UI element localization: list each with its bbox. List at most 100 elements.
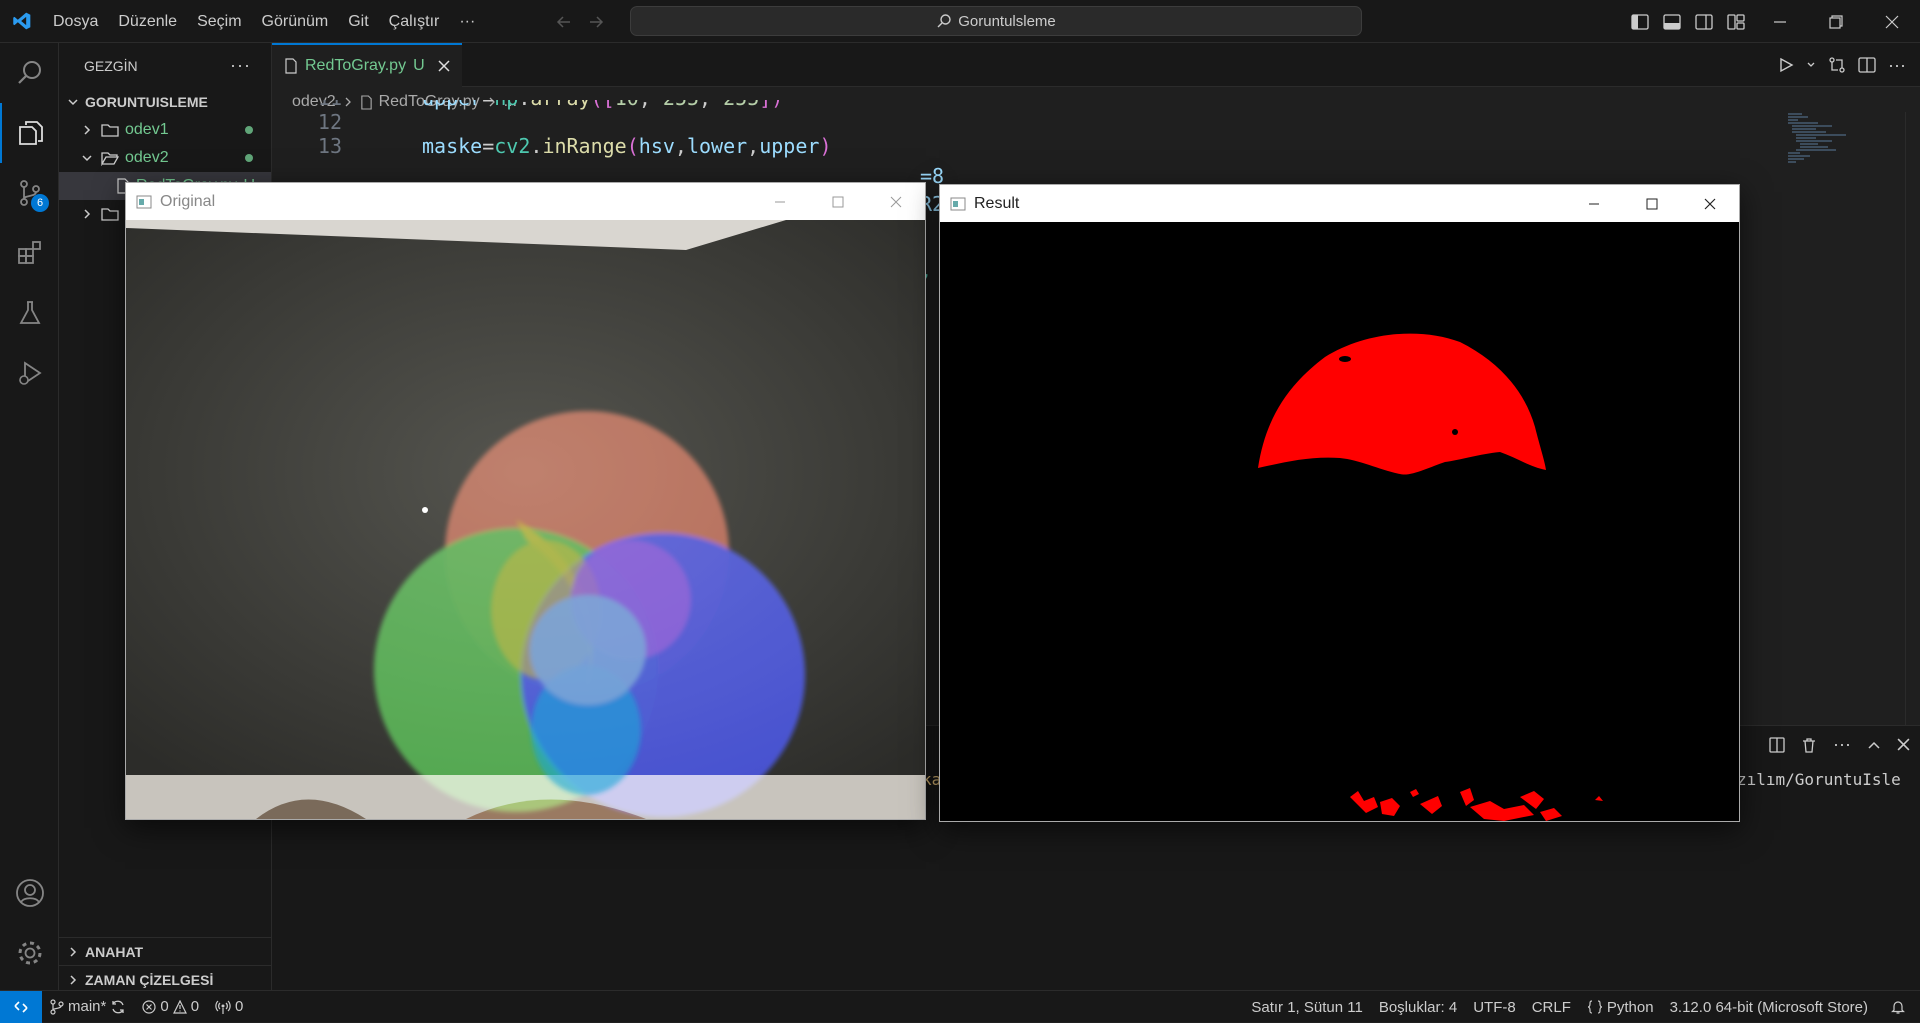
status-bar: main* 0 0 0 Satır 1, Sütun 11 Boşluklar:… [0, 990, 1920, 1023]
outline-section[interactable]: ANAHAT [59, 937, 272, 965]
original-titlebar[interactable]: Original [126, 183, 925, 220]
chevron-right-icon [79, 122, 95, 138]
explorer-title: GEZGİN [84, 57, 138, 74]
command-center-search[interactable]: Goruntulsleme [630, 6, 1362, 36]
account-icon[interactable] [0, 863, 59, 923]
split-editor-icon[interactable] [1858, 57, 1876, 73]
search-view-icon[interactable] [0, 43, 59, 103]
settings-gear-icon[interactable] [0, 923, 59, 983]
broadcast-icon [215, 999, 231, 1015]
trash-icon[interactable] [1801, 737, 1817, 753]
close-icon[interactable] [1864, 0, 1920, 43]
folder-odev2[interactable]: odev2 [59, 144, 271, 172]
ports-indicator[interactable]: 0 [207, 991, 251, 1023]
editor-scrollbar[interactable] [1905, 112, 1919, 732]
folder-open-icon [101, 150, 119, 166]
minimize-icon[interactable] [1752, 0, 1808, 43]
ports-count: 0 [235, 998, 244, 1015]
editor-more-icon[interactable]: ··· [1888, 55, 1906, 76]
toggle-panel-icon[interactable] [1656, 0, 1688, 43]
menu-selection[interactable]: Seçim [187, 0, 251, 43]
language-label: Python [1606, 998, 1654, 1016]
menu-more[interactable]: ··· [449, 0, 485, 43]
result-titlebar[interactable]: Result [940, 185, 1739, 222]
language-mode[interactable]: Python [1579, 991, 1662, 1023]
folder-label: odev1 [125, 121, 169, 138]
outline-label: ANAHAT [85, 943, 144, 960]
restore-icon[interactable] [1808, 0, 1864, 43]
chevron-right-icon [65, 972, 81, 988]
cursor-position[interactable]: Satır 1, Sütun 11 [1243, 991, 1370, 1023]
run-debug-icon[interactable] [0, 343, 59, 403]
minimize-icon[interactable] [751, 183, 809, 220]
encoding[interactable]: UTF-8 [1465, 991, 1524, 1023]
folder-icon [101, 122, 119, 138]
sync-icon[interactable] [110, 999, 126, 1015]
error-count: 0 [160, 998, 169, 1015]
folder-odev1[interactable]: odev1 [59, 116, 271, 144]
toggle-primary-sidebar-icon[interactable] [1624, 0, 1656, 43]
warning-icon [172, 999, 187, 1014]
remote-indicator-icon[interactable] [0, 990, 42, 1023]
split-terminal-icon[interactable] [1769, 736, 1785, 753]
menu-view[interactable]: Görünüm [252, 0, 339, 43]
title-bar: Dosya Düzenle Seçim Görünüm Git Çalıştır… [0, 0, 1920, 43]
original-title: Original [160, 192, 216, 210]
workspace-root-label: GORUNTUISLEME [85, 94, 208, 110]
menu-git[interactable]: Git [338, 0, 378, 43]
explorer-icon[interactable] [0, 103, 59, 163]
chevron-down-icon [79, 150, 95, 166]
menu-run[interactable]: Çalıştır [379, 0, 450, 43]
problems-indicator[interactable]: 0 0 [134, 991, 207, 1023]
result-window[interactable]: Result [939, 184, 1740, 822]
customize-layout-icon[interactable] [1720, 0, 1752, 43]
line-number: 13 [317, 134, 342, 158]
minimize-icon[interactable] [1565, 185, 1623, 222]
braces-icon [1587, 999, 1603, 1015]
close-icon[interactable] [867, 183, 925, 220]
maximize-icon[interactable] [1623, 185, 1681, 222]
explorer-more-icon[interactable]: ··· [230, 55, 251, 76]
toggle-secondary-sidebar-icon[interactable] [1688, 0, 1720, 43]
tab-redtogray[interactable]: RedToGray.py U [272, 43, 462, 87]
python-interpreter[interactable]: 3.12.0 64-bit (Microsoft Store) [1662, 991, 1876, 1023]
search-text: Goruntulsleme [958, 12, 1056, 30]
original-window[interactable]: Original [125, 182, 926, 820]
menu-edit[interactable]: Düzenle [108, 0, 187, 43]
compare-changes-icon[interactable] [1828, 56, 1846, 74]
extensions-icon[interactable] [0, 223, 59, 283]
menu-file[interactable]: Dosya [43, 0, 108, 43]
tab-close-icon[interactable] [438, 60, 450, 72]
back-arrow-icon[interactable] [555, 13, 573, 31]
warning-count: 0 [190, 998, 200, 1015]
indentation[interactable]: Boşluklar: 4 [1371, 991, 1465, 1023]
notifications-bell-icon[interactable] [1876, 991, 1920, 1023]
workspace-root[interactable]: GORUNTUISLEME [59, 88, 271, 116]
close-icon[interactable] [1681, 185, 1739, 222]
source-control-badge: 6 [31, 194, 49, 212]
end-of-line[interactable]: CRLF [1524, 991, 1579, 1023]
timeline-label: ZAMAN ÇİZELGESİ [85, 971, 214, 988]
close-panel-icon[interactable] [1897, 738, 1910, 751]
maximize-icon[interactable] [809, 183, 867, 220]
testing-flask-icon[interactable] [0, 283, 59, 343]
maximize-panel-icon[interactable] [1867, 738, 1881, 752]
editor-tabs: RedToGray.py U ··· [272, 43, 1920, 87]
menu-bar: Dosya Düzenle Seçim Görünüm Git Çalıştır… [43, 0, 485, 43]
branch-indicator[interactable]: main* [42, 991, 134, 1023]
folder-icon [101, 206, 119, 222]
run-python-icon[interactable] [1778, 57, 1794, 73]
tab-status: U [413, 57, 425, 74]
code-line: upper=np.array([10, 255, 255]) [422, 100, 783, 110]
minimap[interactable] [1786, 112, 1856, 172]
panel-more-icon[interactable]: ··· [1833, 734, 1851, 755]
timeline-section[interactable]: ZAMAN ÇİZELGESİ [59, 965, 272, 993]
branch-name: main* [68, 998, 107, 1015]
chevron-down-icon [65, 94, 81, 110]
git-branch-icon [50, 998, 64, 1015]
opencv-window-icon [136, 194, 152, 210]
line-number: 12 [317, 110, 342, 134]
forward-arrow-icon[interactable] [587, 13, 605, 31]
run-dropdown-icon[interactable] [1806, 60, 1816, 70]
source-control-icon[interactable]: 6 [0, 163, 59, 223]
